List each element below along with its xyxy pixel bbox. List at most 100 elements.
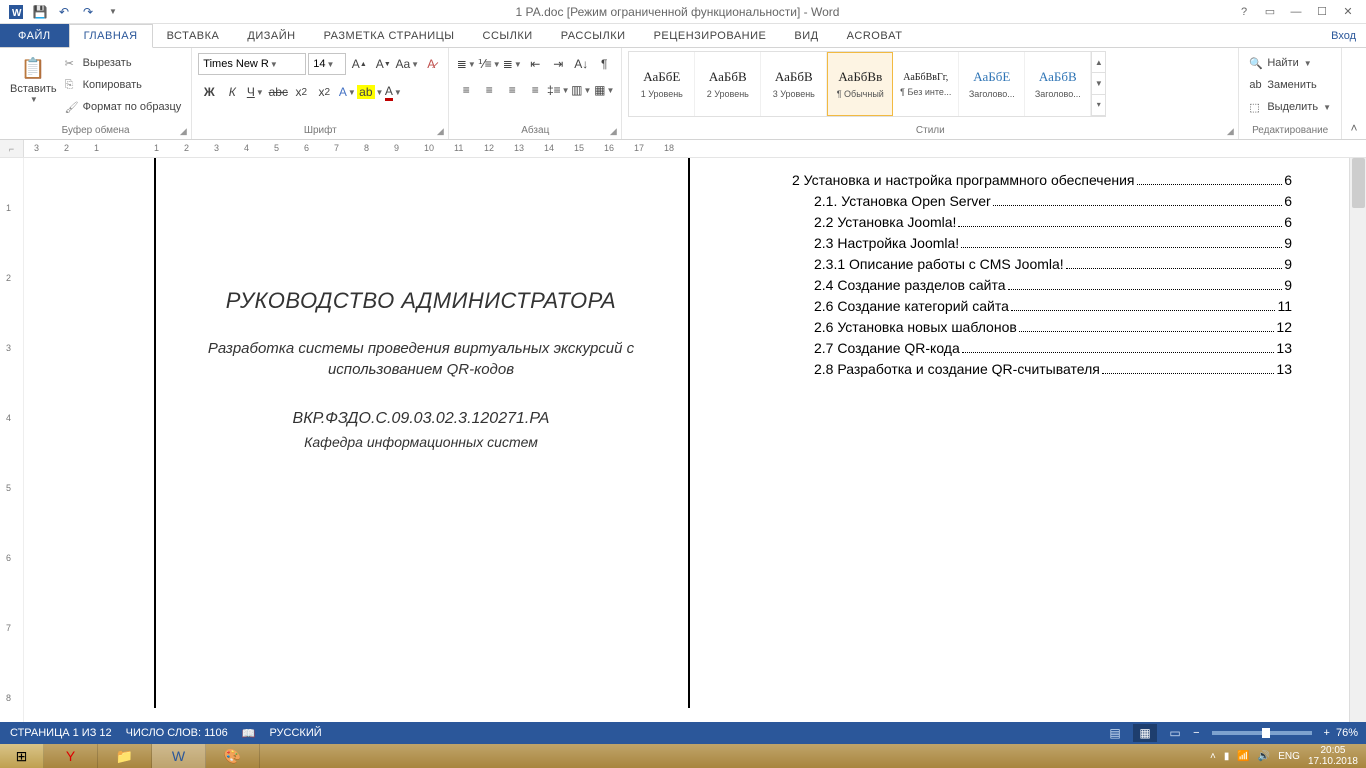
format-painter-button[interactable]: 🖌Формат по образцу xyxy=(65,97,182,117)
align-right-icon[interactable]: ≡ xyxy=(501,79,523,101)
shrink-font-icon[interactable]: A▼ xyxy=(372,53,394,75)
word-app-icon[interactable]: W xyxy=(8,4,24,20)
align-left-icon[interactable]: ≡ xyxy=(455,79,477,101)
font-color-icon[interactable]: A▼ xyxy=(382,81,404,103)
gallery-scroll-btn-2[interactable]: ▾ xyxy=(1092,95,1105,116)
tab-home[interactable]: ГЛАВНАЯ xyxy=(69,24,153,48)
tab-view[interactable]: ВИД xyxy=(780,24,832,47)
paste-icon[interactable]: 📋 xyxy=(17,53,49,83)
text-effects-icon[interactable]: A▼ xyxy=(336,81,358,103)
bold-button[interactable]: Ж xyxy=(198,81,220,103)
change-case-icon[interactable]: Aa▼ xyxy=(396,53,418,75)
find-button[interactable]: 🔍Найти▼ xyxy=(1249,53,1331,73)
tab-insert[interactable]: ВСТАВКА xyxy=(153,24,234,47)
cut-button[interactable]: ✂Вырезать xyxy=(65,53,182,73)
numbering-icon[interactable]: ⅟≡▼ xyxy=(478,53,500,75)
sign-in-link[interactable]: Вход xyxy=(1321,24,1366,47)
maximize-icon[interactable]: ☐ xyxy=(1312,2,1332,22)
tray-clock[interactable]: 20:05 17.10.2018 xyxy=(1308,745,1358,767)
horizontal-ruler[interactable]: ⌐ 321123456789101112131415161718 xyxy=(0,140,1366,158)
line-spacing-icon[interactable]: ‡≡▼ xyxy=(547,79,569,101)
status-language[interactable]: РУССКИЙ xyxy=(269,727,321,740)
redo-icon[interactable]: ↷ xyxy=(80,4,96,20)
tray-wifi-icon[interactable]: 📶 xyxy=(1237,751,1249,762)
paste-dropdown-icon[interactable]: ▼ xyxy=(30,95,38,104)
status-words[interactable]: ЧИСЛО СЛОВ: 1106 xyxy=(126,727,228,740)
italic-button[interactable]: К xyxy=(221,81,243,103)
font-name-combo[interactable]: Times New R▼ xyxy=(198,53,306,75)
taskbar-yandex[interactable]: Y xyxy=(44,744,98,768)
highlight-icon[interactable]: ab▼ xyxy=(359,81,381,103)
style-item-2[interactable]: АаБбВ3 Уровень xyxy=(761,52,827,116)
tab-layout[interactable]: РАЗМЕТКА СТРАНИЦЫ xyxy=(310,24,469,47)
save-icon[interactable]: 💾 xyxy=(32,4,48,20)
gallery-scroll-btn-0[interactable]: ▲ xyxy=(1092,52,1105,73)
tray-volume-icon[interactable]: 🔊 xyxy=(1258,751,1270,762)
tab-references[interactable]: ССЫЛКИ xyxy=(469,24,547,47)
zoom-in-icon[interactable]: + xyxy=(1324,727,1330,739)
clear-formatting-icon[interactable]: A̷ xyxy=(420,53,442,75)
replace-button[interactable]: abЗаменить xyxy=(1249,75,1331,95)
status-page[interactable]: СТРАНИЦА 1 ИЗ 12 xyxy=(10,727,112,740)
superscript-button[interactable]: x2 xyxy=(313,81,335,103)
select-button[interactable]: ⬚Выделить▼ xyxy=(1249,97,1331,117)
minimize-icon[interactable]: — xyxy=(1286,2,1306,22)
tab-file[interactable]: ФАЙЛ xyxy=(0,24,69,47)
tray-up-icon[interactable]: ˄ xyxy=(1210,751,1216,762)
zoom-value[interactable]: 76% xyxy=(1336,727,1358,739)
paste-button[interactable]: Вставить xyxy=(10,83,57,95)
font-launcher-icon[interactable]: ◢ xyxy=(434,125,446,137)
bullets-icon[interactable]: ≣▼ xyxy=(455,53,477,75)
style-item-1[interactable]: АаБбВ2 Уровень xyxy=(695,52,761,116)
justify-icon[interactable]: ≡ xyxy=(524,79,546,101)
gallery-scroll-btn-1[interactable]: ▼ xyxy=(1092,73,1105,94)
show-marks-icon[interactable]: ¶ xyxy=(593,53,615,75)
multilevel-icon[interactable]: ≣▼ xyxy=(501,53,523,75)
tray-network-icon[interactable]: ▮ xyxy=(1224,751,1230,762)
vertical-ruler[interactable]: 12345678 xyxy=(0,158,24,722)
scroll-thumb[interactable] xyxy=(1352,158,1365,208)
style-item-4[interactable]: АаБбВвГг,¶ Без инте... xyxy=(893,52,959,116)
shading-icon[interactable]: ▥▼ xyxy=(570,79,592,101)
paragraph-launcher-icon[interactable]: ◢ xyxy=(607,125,619,137)
borders-icon[interactable]: ▦▼ xyxy=(593,79,615,101)
collapse-ribbon-icon[interactable]: ˄ xyxy=(1342,48,1366,139)
copy-button[interactable]: ⎘Копировать xyxy=(65,75,182,95)
help-icon[interactable]: ? xyxy=(1234,2,1254,22)
start-button[interactable]: ⊞ xyxy=(0,744,44,768)
tab-mailings[interactable]: РАССЫЛКИ xyxy=(547,24,640,47)
align-center-icon[interactable]: ≡ xyxy=(478,79,500,101)
qat-dropdown-icon[interactable]: ▼ xyxy=(105,4,121,20)
view-read-icon[interactable]: ▤ xyxy=(1103,724,1127,742)
tab-review[interactable]: РЕЦЕНЗИРОВАНИЕ xyxy=(640,24,781,47)
zoom-slider[interactable] xyxy=(1212,731,1312,735)
zoom-thumb[interactable] xyxy=(1262,728,1270,738)
vertical-scrollbar[interactable] xyxy=(1349,158,1366,722)
tab-acrobat[interactable]: ACROBAT xyxy=(833,24,917,47)
taskbar-paint[interactable]: 🎨 xyxy=(206,744,260,768)
ribbon-display-icon[interactable]: ▭ xyxy=(1260,2,1280,22)
underline-button[interactable]: Ч▼ xyxy=(244,81,266,103)
clipboard-launcher-icon[interactable]: ◢ xyxy=(177,125,189,137)
font-size-combo[interactable]: 14▼ xyxy=(308,53,346,75)
style-item-3[interactable]: АаБбВв¶ Обычный xyxy=(827,52,893,116)
taskbar-explorer[interactable]: 📁 xyxy=(98,744,152,768)
pages-container[interactable]: РУКОВОДСТВО АДМИНИСТРАТОРА Разработка си… xyxy=(24,158,1349,722)
close-icon[interactable]: ✕ xyxy=(1338,2,1358,22)
view-web-icon[interactable]: ▭ xyxy=(1163,724,1187,742)
taskbar-word[interactable]: W xyxy=(152,744,206,768)
tab-design[interactable]: ДИЗАЙН xyxy=(233,24,309,47)
increase-indent-icon[interactable]: ⇥ xyxy=(547,53,569,75)
status-proofing-icon[interactable]: 📖 xyxy=(242,727,256,740)
styles-launcher-icon[interactable]: ◢ xyxy=(1224,125,1236,137)
sort-icon[interactable]: A↓ xyxy=(570,53,592,75)
grow-font-icon[interactable]: A▲ xyxy=(348,53,370,75)
style-item-5[interactable]: АаБбЕЗаголово... xyxy=(959,52,1025,116)
undo-icon[interactable]: ↶ xyxy=(56,4,72,20)
style-item-6[interactable]: АаБбВЗаголово... xyxy=(1025,52,1091,116)
subscript-button[interactable]: x2 xyxy=(290,81,312,103)
zoom-out-icon[interactable]: − xyxy=(1193,727,1199,739)
style-item-0[interactable]: АаБбЕ1 Уровень xyxy=(629,52,695,116)
view-print-icon[interactable]: ▦ xyxy=(1133,724,1157,742)
tray-lang[interactable]: ENG xyxy=(1278,751,1300,762)
